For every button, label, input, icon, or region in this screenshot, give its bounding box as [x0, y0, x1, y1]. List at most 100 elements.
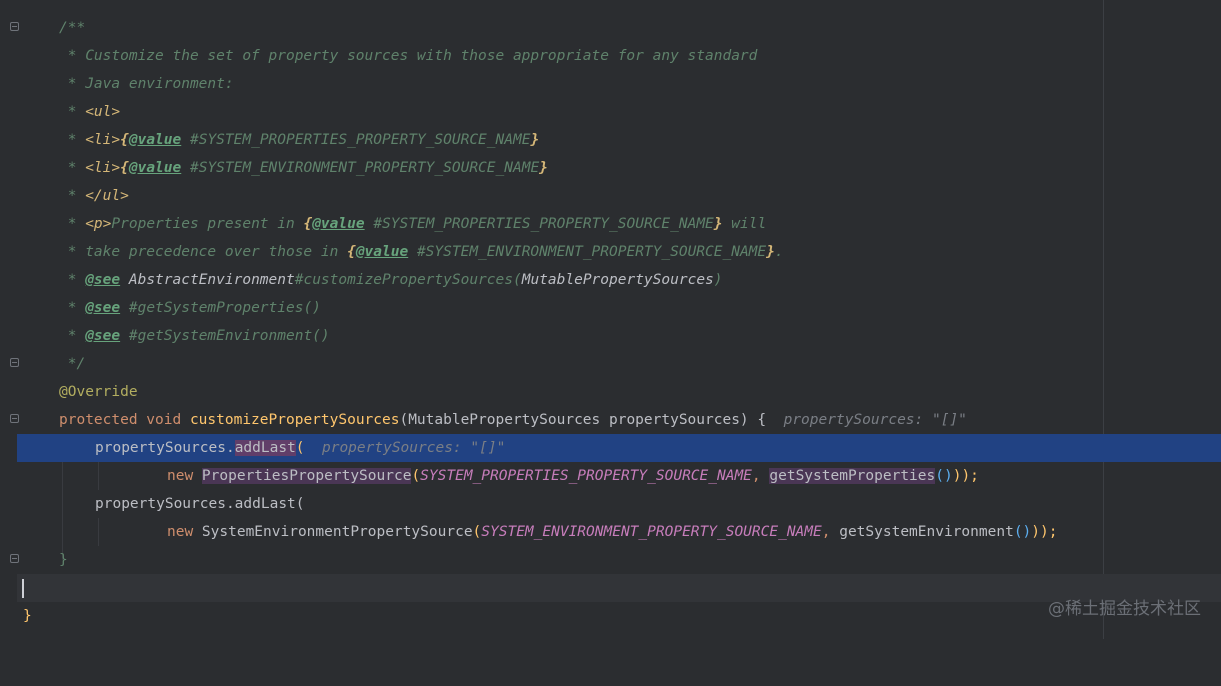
method-call[interactable]: getSystemProperties: [769, 468, 936, 484]
code-line[interactable]: }: [0, 546, 1221, 574]
code-editor[interactable]: /** * Customize the set of property sour…: [0, 0, 1221, 639]
code-line[interactable]: new SystemEnvironmentPropertySource(SYST…: [0, 518, 1221, 546]
javadoc-value-tag: @value: [312, 216, 365, 232]
javadoc-line: * <li>{@value #SYSTEM_ENVIRONMENT_PROPER…: [59, 154, 548, 182]
keyword: new: [167, 524, 202, 540]
code-line[interactable]: * <ul>: [0, 98, 1221, 126]
javadoc-line: * <li>{@value #SYSTEM_PROPERTIES_PROPERT…: [59, 126, 539, 154]
javadoc-reference: #SYSTEM_ENVIRONMENT_PROPERTY_SOURCE_NAME: [408, 244, 767, 260]
paren: (): [1013, 524, 1032, 540]
code-line[interactable]: * Customize the set of property sources …: [0, 42, 1221, 70]
javadoc-reference: #SYSTEM_ENVIRONMENT_PROPERTY_SOURCE_NAME: [181, 160, 540, 176]
constant-ref[interactable]: SYSTEM_ENVIRONMENT_PROPERTY_SOURCE_NAME: [481, 524, 821, 540]
class-ref[interactable]: PropertiesPropertySource: [201, 468, 412, 484]
method-call[interactable]: getSystemEnvironment: [839, 524, 1014, 540]
code-line[interactable]: * take precedence over those in {@value …: [0, 238, 1221, 266]
javadoc-brace: }: [539, 160, 548, 176]
class-ref[interactable]: SystemEnvironmentPropertySource: [202, 524, 473, 540]
code-statement: propertySources.addLast(: [95, 496, 305, 512]
keyword: protected void: [59, 412, 190, 428]
javadoc-text: * Customize the set of property sources …: [59, 48, 758, 64]
code-line[interactable]: */: [0, 350, 1221, 378]
javadoc-paren: ): [713, 272, 723, 288]
javadoc-line: * <p>Properties present in {@value #SYST…: [59, 210, 766, 238]
javadoc-open: /**: [59, 20, 86, 36]
code-line[interactable]: propertySources.addLast(: [0, 490, 1221, 518]
code-line[interactable]: @Override: [0, 378, 1221, 406]
watermark: @稀土掘金技术社区: [1048, 599, 1201, 619]
method-params: (MutablePropertySources propertySources)…: [399, 412, 775, 428]
debug-inline-value: propertySources: "[]": [774, 412, 967, 428]
closing-brace: }: [59, 552, 68, 568]
code-line[interactable]: /**: [0, 14, 1221, 42]
method-signature: protected void customizePropertySources(…: [59, 406, 967, 434]
code-line[interactable]: }: [0, 602, 1221, 630]
javadoc-line: * @see #getSystemProperties(): [59, 294, 321, 322]
javadoc-prefix: *: [59, 104, 86, 120]
code-line[interactable]: new PropertiesPropertySource(SYSTEM_PROP…: [0, 462, 1221, 490]
current-execution-line[interactable]: propertySources.addLast( propertySources…: [17, 434, 1221, 462]
javadoc-see-tag: @see: [85, 328, 121, 344]
text-caret: [22, 579, 24, 598]
javadoc-html-tag: <li>: [85, 132, 121, 148]
javadoc-see-tag: @see: [85, 300, 121, 316]
override-annotation[interactable]: @Override: [59, 378, 138, 406]
javadoc-see-tag: @see: [85, 272, 121, 288]
code-statement: new PropertiesPropertySource(SYSTEM_PROP…: [167, 462, 979, 490]
code-line[interactable]: * @see AbstractEnvironment#customizeProp…: [0, 266, 1221, 294]
javadoc-prefix: *: [59, 300, 86, 316]
code-line[interactable]: * @see #getSystemProperties(): [0, 294, 1221, 322]
code-line[interactable]: protected void customizePropertySources(…: [0, 406, 1221, 434]
javadoc-prefix: *: [59, 160, 86, 176]
javadoc-method-ref[interactable]: #getSystemProperties(): [120, 300, 321, 316]
paren: (: [472, 524, 482, 540]
code-line[interactable]: * </ul>: [0, 182, 1221, 210]
constant-ref[interactable]: SYSTEM_PROPERTIES_PROPERTY_SOURCE_NAME: [420, 468, 752, 484]
javadoc-class-ref[interactable]: AbstractEnvironment: [129, 272, 295, 288]
paren: (: [295, 440, 305, 456]
code-line[interactable]: * <li>{@value #SYSTEM_ENVIRONMENT_PROPER…: [0, 154, 1221, 182]
javadoc-text: .: [774, 244, 784, 260]
javadoc-line: * <ul>: [59, 98, 120, 126]
statement-end: );: [1040, 524, 1058, 540]
javadoc-prefix: *: [59, 272, 86, 288]
javadoc-reference: #SYSTEM_PROPERTIES_PROPERTY_SOURCE_NAME: [364, 216, 714, 232]
method-name[interactable]: customizePropertySources: [190, 412, 400, 428]
code-line[interactable]: * @see #getSystemEnvironment(): [0, 322, 1221, 350]
javadoc-html-tag: <p>: [85, 216, 112, 232]
javadoc-space: [120, 272, 129, 288]
javadoc-html-tag: </ul>: [85, 188, 129, 204]
code-line[interactable]: * Java environment:: [0, 70, 1221, 98]
javadoc-brace: {: [347, 244, 356, 260]
javadoc-text: Properties present in: [111, 216, 304, 232]
javadoc-line: * @see #getSystemEnvironment(): [59, 322, 330, 350]
paren: (): [935, 468, 953, 484]
javadoc-value-tag: @value: [355, 244, 409, 260]
method-call[interactable]: addLast: [234, 440, 296, 456]
javadoc-method-ref[interactable]: #customizePropertySources(: [295, 272, 522, 288]
javadoc-reference: #SYSTEM_PROPERTIES_PROPERTY_SOURCE_NAME: [181, 132, 531, 148]
code-statement: propertySources.addLast( propertySources…: [95, 434, 505, 462]
javadoc-param-ref[interactable]: MutablePropertySources: [522, 272, 714, 288]
code-line[interactable]: * <li>{@value #SYSTEM_PROPERTIES_PROPERT…: [0, 126, 1221, 154]
javadoc-brace: {: [120, 132, 129, 148]
javadoc-value-tag: @value: [128, 132, 182, 148]
javadoc-html-tag: <ul>: [85, 104, 121, 120]
code-line[interactable]: * <p>Properties present in {@value #SYST…: [0, 210, 1221, 238]
variable-ref[interactable]: propertySources.: [95, 440, 235, 456]
javadoc-brace: }: [713, 216, 723, 232]
javadoc-prefix: *: [59, 216, 86, 232]
javadoc-text: * Java environment:: [59, 76, 234, 92]
debug-inline-value: propertySources: "[]": [304, 440, 506, 456]
statement-end: );: [961, 468, 979, 484]
caret-line[interactable]: [17, 574, 1221, 602]
javadoc-text: * take precedence over those in: [59, 244, 348, 260]
javadoc-brace: }: [530, 132, 540, 148]
paren: (: [411, 468, 421, 484]
javadoc-method-ref[interactable]: #getSystemEnvironment(): [120, 328, 330, 344]
keyword: new: [167, 468, 202, 484]
javadoc-brace: }: [766, 244, 775, 260]
closing-brace: }: [23, 608, 32, 624]
paren: ): [1031, 524, 1041, 540]
javadoc-prefix: *: [59, 132, 86, 148]
